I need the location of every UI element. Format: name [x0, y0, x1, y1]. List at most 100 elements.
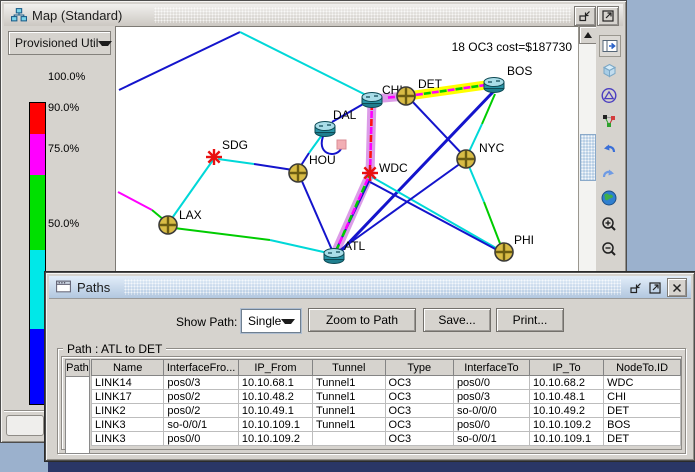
legend-segment: [30, 103, 45, 134]
minimize-button[interactable]: [627, 280, 644, 295]
path-groupbox: Path : ATL to DET Path NameInterfaceFro.…: [57, 348, 686, 454]
legend-tick-label: 100.0%: [48, 71, 85, 83]
table-cell: Tunnel1: [313, 404, 386, 418]
table-cell: DET: [604, 432, 681, 446]
utilization-color-scale: [29, 102, 46, 405]
paths-window: Paths Show Path: Single Zoom to Path Sav…: [45, 272, 695, 461]
column-header[interactable]: NodeTo.ID: [604, 360, 681, 376]
topology-icon[interactable]: [599, 111, 619, 131]
paths-titlebar[interactable]: Paths: [49, 276, 691, 299]
row-header-table: Path: [65, 359, 90, 454]
table-cell: 10.10.49.2: [530, 404, 604, 418]
zoom-in-icon[interactable]: [599, 214, 619, 234]
close-button[interactable]: [667, 278, 687, 297]
table-cell: Tunnel1: [313, 376, 386, 390]
column-header[interactable]: Tunnel: [313, 360, 386, 376]
sitemap-icon: [10, 7, 28, 23]
network-link[interactable]: [410, 99, 464, 156]
table-cell: 10.10.109.2: [530, 418, 604, 432]
table-cell: WDC: [604, 376, 681, 390]
table-cell: LINK3: [92, 418, 164, 432]
path-tables-panel: Path NameInterfaceFro...IP_FromTunnelTyp…: [61, 356, 682, 450]
restore-button[interactable]: [574, 6, 596, 26]
legend-tick-label: 75.0%: [48, 143, 79, 155]
utilization-mode-select[interactable]: Provisioned Util: [8, 31, 111, 55]
table-row[interactable]: LINK17pos0/210.10.48.2Tunnel1OC3pos0/310…: [92, 390, 681, 404]
column-header[interactable]: InterfaceFro...: [164, 360, 239, 376]
scrollbar-thumb[interactable]: [580, 134, 596, 181]
background-window-edge: [48, 460, 695, 472]
save-button[interactable]: Save...: [423, 308, 491, 332]
column-header[interactable]: Type: [385, 360, 453, 376]
column-header[interactable]: IP_To: [530, 360, 604, 376]
table-cell: CHI: [604, 390, 681, 404]
network-link[interactable]: [309, 135, 322, 153]
network-link[interactable]: [240, 32, 370, 97]
table-row[interactable]: LINK2pos0/210.10.49.1Tunnel1OC3so-0/0/01…: [92, 404, 681, 418]
legend-tick-label: 50.0%: [48, 218, 79, 230]
circle-triangle-icon[interactable]: [599, 85, 619, 105]
node-label: SDG: [222, 138, 248, 152]
table-cell: pos0/3: [453, 390, 529, 404]
table-cell: Tunnel1: [313, 418, 386, 432]
network-link[interactable]: [484, 202, 501, 246]
network-link[interactable]: [270, 240, 328, 253]
map-window-title: Map (Standard): [32, 8, 122, 23]
column-header[interactable]: IP_From: [238, 360, 312, 376]
expand-panel-icon[interactable]: [599, 35, 621, 57]
network-link[interactable]: [468, 164, 484, 202]
redo-icon[interactable]: [599, 163, 619, 183]
show-path-select[interactable]: Single: [241, 309, 301, 333]
zoom-out-icon[interactable]: [599, 239, 619, 259]
globe-icon[interactable]: [599, 188, 619, 208]
node-label: DET: [418, 77, 443, 91]
router-node[interactable]: [315, 122, 335, 131]
table-cell: LINK3: [92, 432, 164, 446]
titlebar-texture: [124, 279, 621, 295]
table-cell: so-0/0/1: [453, 432, 529, 446]
maximize-button[interactable]: [597, 6, 619, 26]
router-node[interactable]: [362, 93, 382, 102]
row-header-label[interactable]: Path: [65, 359, 90, 377]
table-cell: 10.10.68.2: [530, 376, 604, 390]
network-link[interactable]: [301, 179, 332, 250]
router-node[interactable]: [484, 78, 504, 87]
chevron-down-icon: [98, 41, 112, 46]
table-row[interactable]: LINK14pos0/310.10.68.1Tunnel1OC3pos0/010…: [92, 376, 681, 390]
print-button[interactable]: Print...: [496, 308, 564, 332]
node-label: DAL: [333, 108, 357, 122]
scroll-up-button[interactable]: [579, 26, 597, 44]
network-link[interactable]: [119, 32, 240, 90]
table-cell: OC3: [385, 404, 453, 418]
network-link[interactable]: [218, 159, 254, 164]
table-cell: OC3: [385, 418, 453, 432]
network-link[interactable]: [254, 164, 293, 170]
window-icon: [55, 279, 73, 295]
table-cell: pos0/2: [164, 390, 239, 404]
legend-segment: [30, 329, 45, 404]
table-cell: [313, 432, 386, 446]
table-cell: OC3: [385, 376, 453, 390]
column-header[interactable]: InterfaceTo: [453, 360, 529, 376]
titlebar-texture: [154, 7, 571, 23]
router-node[interactable]: [324, 249, 344, 258]
table-cell: OC3: [385, 390, 453, 404]
column-header[interactable]: Name: [92, 360, 164, 376]
table-cell: pos0/0: [453, 376, 529, 390]
map-titlebar[interactable]: Map (Standard): [4, 4, 623, 27]
cube-3d-icon[interactable]: [599, 60, 619, 80]
network-link[interactable]: [174, 228, 270, 240]
table-row[interactable]: LINK3so-0/0/110.10.109.1Tunnel1OC3pos0/0…: [92, 418, 681, 432]
undo-icon[interactable]: [599, 138, 619, 158]
table-cell: 10.10.109.2: [238, 432, 312, 446]
legend-segment: [30, 175, 45, 250]
table-cell: 10.10.48.1: [530, 390, 604, 404]
table-row[interactable]: LINK3pos0/010.10.109.2OC3so-0/0/110.10.1…: [92, 432, 681, 446]
path-links-table[interactable]: NameInterfaceFro...IP_FromTunnelTypeInte…: [91, 359, 681, 446]
table-cell: pos0/0: [164, 432, 239, 446]
table-cell: Tunnel1: [313, 390, 386, 404]
maximize-button[interactable]: [646, 280, 663, 295]
links-table[interactable]: NameInterfaceFro...IP_FromTunnelTypeInte…: [91, 359, 681, 446]
zoom-to-path-button[interactable]: Zoom to Path: [308, 308, 416, 332]
network-link[interactable]: [118, 192, 152, 210]
